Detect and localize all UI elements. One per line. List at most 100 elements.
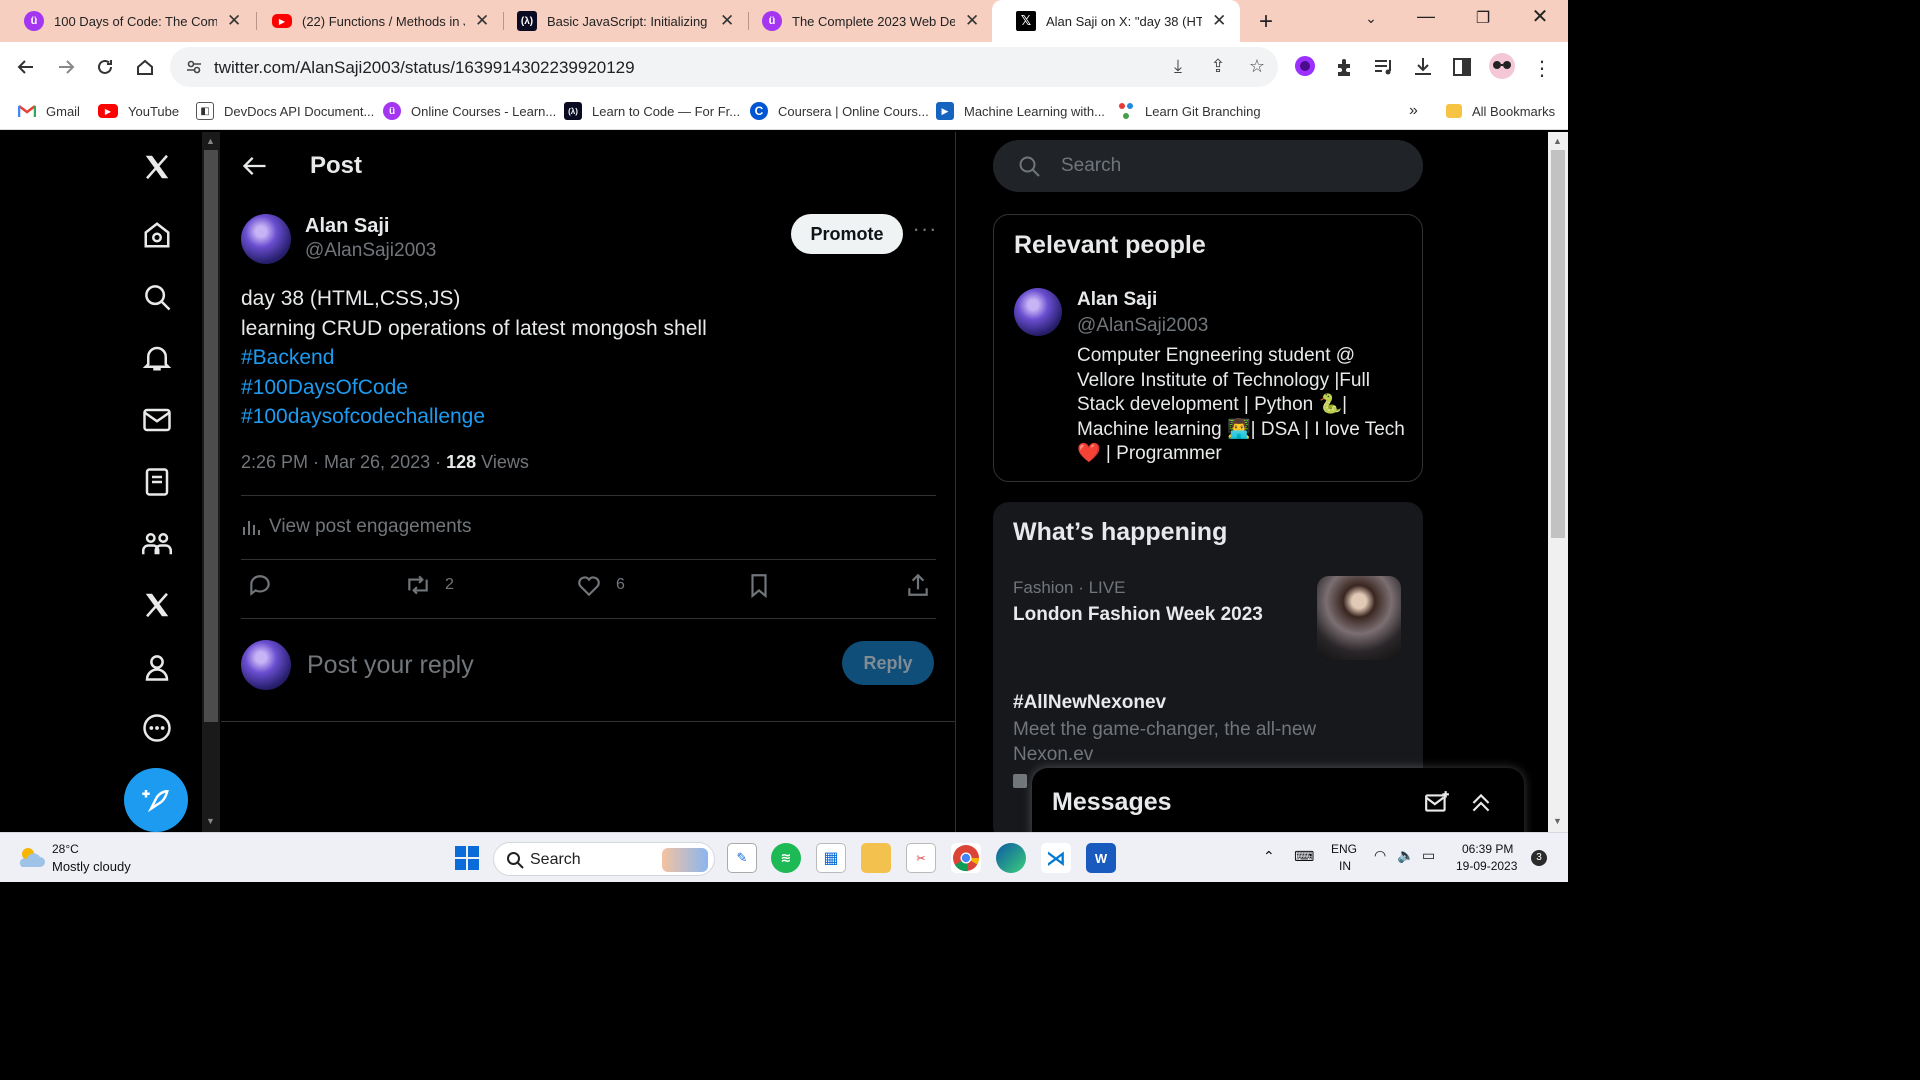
battery-icon[interactable]: ▭ — [1422, 847, 1435, 864]
chrome-menu-icon[interactable]: ⋮ — [1530, 56, 1554, 80]
close-tab-icon[interactable]: ✕ — [473, 11, 491, 31]
notification-badge[interactable]: 3 — [1531, 850, 1547, 866]
browser-tab-1[interactable]: ü 100 Days of Code: The Comple ✕ — [0, 0, 255, 42]
browser-tab-2[interactable]: ▶ (22) Functions / Methods in Jav ✕ — [248, 0, 503, 42]
bookmark-gmail[interactable]: Gmail — [18, 100, 80, 122]
bookmark-udemy[interactable]: ü Online Courses - Learn... — [383, 100, 556, 122]
share-action[interactable] — [905, 572, 931, 598]
person-avatar[interactable] — [1014, 288, 1062, 336]
bookmark-star-icon[interactable]: ☆ — [1245, 56, 1269, 78]
repost-action[interactable]: 2 — [405, 572, 454, 598]
author-handle[interactable]: @AlanSaji2003 — [305, 240, 436, 262]
current-user-avatar[interactable] — [241, 640, 291, 690]
scroll-up-arrow-icon[interactable]: ▲ — [1553, 136, 1562, 146]
bookmark-freecodecamp[interactable]: (λ) Learn to Code — For Fr... — [564, 100, 740, 122]
more-options-icon[interactable] — [138, 709, 176, 747]
microsoft-store-icon[interactable]: ▦ — [816, 843, 846, 873]
communities-icon[interactable] — [138, 524, 176, 562]
hashtag-link[interactable]: #100daysofcodechallenge — [241, 402, 707, 432]
url-text[interactable]: twitter.com/AlanSaji2003/status/16399143… — [214, 58, 635, 78]
wifi-icon[interactable]: ◠ — [1374, 847, 1386, 864]
messages-drawer[interactable]: Messages — [1032, 768, 1524, 832]
restore-icon[interactable]: ❐ — [1468, 8, 1498, 28]
x-logo-icon[interactable] — [138, 148, 176, 186]
chrome-app-icon[interactable] — [951, 843, 981, 873]
notifications-bell-icon[interactable] — [138, 339, 176, 377]
person-name[interactable]: Alan Saji — [1077, 289, 1157, 311]
start-windows-icon[interactable] — [452, 843, 482, 873]
all-bookmarks-button[interactable]: All Bookmarks — [1446, 100, 1555, 122]
reply-input[interactable] — [307, 647, 727, 683]
bookmark-action[interactable] — [746, 572, 772, 598]
view-engagements-link[interactable]: View post engagements — [241, 516, 471, 538]
bookmark-coursera[interactable]: C Coursera | Online Cours... — [750, 100, 929, 122]
bookmarks-overflow-button[interactable]: » — [1409, 100, 1418, 122]
promote-button[interactable]: Promote — [791, 214, 903, 254]
profile-avatar-icon[interactable] — [1488, 52, 1516, 80]
forward-icon[interactable] — [52, 53, 80, 81]
person-handle[interactable]: @AlanSaji2003 — [1077, 315, 1208, 337]
side-panel-icon[interactable] — [1450, 56, 1474, 80]
close-window-icon[interactable]: ✕ — [1525, 4, 1555, 29]
close-tab-icon[interactable]: ✕ — [718, 11, 736, 31]
extension-purple-icon[interactable] — [1293, 54, 1317, 78]
scroll-up-arrow-icon[interactable]: ▲ — [206, 136, 215, 146]
author-avatar[interactable] — [241, 214, 291, 264]
volume-icon[interactable]: 🔈 — [1397, 847, 1414, 864]
site-info-icon[interactable] — [184, 57, 204, 77]
reply-action[interactable] — [247, 572, 273, 598]
word-app-icon[interactable]: W — [1086, 843, 1116, 873]
address-bar[interactable]: twitter.com/AlanSaji2003/status/16399143… — [170, 47, 1278, 87]
hashtag-link[interactable]: #100DaysOfCode — [241, 373, 707, 403]
browser-tab-4[interactable]: ü The Complete 2023 Web Devel ✕ — [738, 0, 993, 42]
home-icon[interactable] — [138, 216, 176, 254]
back-arrow-icon[interactable] — [241, 152, 269, 180]
extensions-icon[interactable] — [1333, 56, 1357, 80]
close-tab-icon[interactable]: ✕ — [225, 11, 243, 31]
reload-icon[interactable] — [91, 53, 119, 81]
close-tab-icon[interactable]: ✕ — [1210, 11, 1228, 31]
back-icon[interactable] — [12, 53, 40, 81]
keyboard-icon[interactable]: ⌨ — [1294, 848, 1314, 865]
explore-search-icon[interactable] — [138, 278, 176, 316]
bookmark-learn-git[interactable]: Learn Git Branching — [1117, 100, 1261, 122]
more-menu-icon[interactable]: ··· — [911, 218, 939, 248]
bookmark-youtube[interactable]: ▶ YouTube — [98, 100, 179, 122]
bookmark-machine-learning[interactable]: ▶ Machine Learning with... — [936, 100, 1105, 122]
lists-icon[interactable] — [138, 463, 176, 501]
new-tab-button[interactable]: + — [1253, 8, 1279, 36]
edge-app-icon[interactable] — [996, 843, 1026, 873]
post-timestamp[interactable]: 2:26 PM · Mar 26, 2023 · — [241, 452, 446, 472]
close-tab-icon[interactable]: ✕ — [963, 11, 981, 31]
hashtag-link[interactable]: #Backend — [241, 343, 707, 373]
messages-envelope-icon[interactable] — [138, 401, 176, 439]
inner-scrollbar[interactable]: ▲ ▼ — [202, 132, 220, 832]
bookmark-devdocs[interactable]: ◧ DevDocs API Document... — [196, 100, 374, 122]
media-controls-icon[interactable] — [1372, 56, 1396, 80]
search-input[interactable] — [1061, 152, 1401, 180]
author-name[interactable]: Alan Saji — [305, 215, 389, 238]
expand-chevrons-up-icon[interactable] — [1468, 790, 1494, 816]
search-box[interactable] — [993, 140, 1423, 192]
profile-icon[interactable] — [138, 648, 176, 686]
scroll-down-arrow-icon[interactable]: ▼ — [206, 816, 215, 826]
scroll-down-arrow-icon[interactable]: ▼ — [1553, 816, 1562, 826]
scrollbar-thumb[interactable] — [204, 150, 218, 722]
browser-tab-5-active[interactable]: 𝕏 Alan Saji on X: "day 38 (HTML,C ✕ — [992, 0, 1240, 42]
install-app-icon[interactable]: ⤓ — [1166, 56, 1190, 78]
like-action[interactable]: 6 — [576, 572, 625, 598]
taskbar-search[interactable]: Search — [493, 842, 715, 876]
page-scrollbar[interactable]: ▲ ▼ — [1548, 132, 1568, 832]
premium-x-icon[interactable] — [138, 586, 176, 624]
file-explorer-icon[interactable] — [861, 843, 891, 873]
snipping-tool-icon[interactable]: ✂ — [906, 843, 936, 873]
home-icon[interactable] — [131, 53, 159, 81]
minimize-icon[interactable]: — — [1411, 6, 1441, 27]
tab-search-icon[interactable]: ⌄ — [1356, 10, 1386, 27]
compose-post-button[interactable] — [124, 768, 188, 832]
browser-tab-3[interactable]: (λ) Basic JavaScript: Initializing Var ✕ — [493, 0, 748, 42]
show-hidden-icons-chevron-icon[interactable]: ⌃ — [1263, 848, 1275, 865]
spotify-app-icon[interactable]: ≋ — [771, 843, 801, 873]
reply-button[interactable]: Reply — [842, 641, 934, 685]
notepad-app-icon[interactable]: ✎ — [727, 843, 757, 873]
